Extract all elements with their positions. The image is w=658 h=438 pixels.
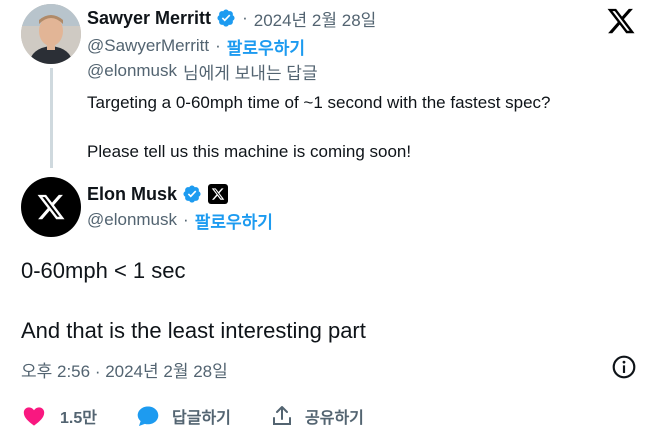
reply-bubble-icon bbox=[137, 406, 159, 426]
x-avatar-logo-icon bbox=[37, 194, 65, 220]
x-logo-icon[interactable] bbox=[606, 6, 636, 36]
replying-to-row: @elonmusk 님에게 보내는 답글 bbox=[87, 60, 318, 83]
replying-to-suffix: 님에게 보내는 답글 bbox=[183, 63, 318, 83]
affiliation-x-badge-icon[interactable] bbox=[208, 184, 229, 204]
reply-handle[interactable]: @SawyerMerritt bbox=[87, 36, 209, 56]
main-author-name[interactable]: Elon Musk bbox=[87, 184, 177, 205]
like-action[interactable]: 1.5만 bbox=[21, 403, 97, 429]
reply-date[interactable]: 2024년 2월 28일 bbox=[254, 6, 377, 31]
reply-text-line-1: Targeting a 0-60mph time of ~1 second wi… bbox=[87, 93, 551, 112]
elon-avatar[interactable] bbox=[21, 177, 81, 237]
thread-line bbox=[50, 68, 53, 168]
reply-author-name[interactable]: Sawyer Merritt bbox=[87, 8, 211, 29]
main-handle[interactable]: @elonmusk bbox=[87, 210, 177, 230]
avatar-photo bbox=[21, 4, 81, 64]
reply-date-separator: · bbox=[242, 8, 248, 27]
info-icon[interactable] bbox=[611, 354, 637, 380]
replying-to-handle[interactable]: @elonmusk bbox=[87, 61, 177, 81]
verified-badge-icon bbox=[217, 9, 235, 27]
main-handle-row: @elonmusk · 팔로우하기 bbox=[87, 208, 273, 233]
main-text-line-1: 0-60mph < 1 sec bbox=[21, 258, 186, 283]
follow-sawyer-button[interactable]: 팔로우하기 bbox=[227, 34, 305, 59]
main-text-line-2: And that is the least interesting part bbox=[21, 318, 366, 343]
sawyer-avatar[interactable] bbox=[21, 4, 81, 64]
main-timestamp[interactable]: 오후 2:56 · 2024년 2월 28일 bbox=[21, 357, 228, 382]
reply-header: Sawyer Merritt · 2024년 2월 28일 bbox=[87, 6, 376, 30]
heart-icon bbox=[23, 407, 45, 426]
share-action[interactable]: 공유하기 bbox=[270, 403, 364, 429]
main-handle-separator: · bbox=[183, 210, 189, 229]
follow-elon-button[interactable]: 팔로우하기 bbox=[195, 208, 273, 233]
share-icon bbox=[273, 406, 291, 425]
main-header: Elon Musk bbox=[87, 182, 229, 206]
reply-handle-row: @SawyerMerritt · 팔로우하기 bbox=[87, 34, 305, 59]
reply-handle-separator: · bbox=[215, 36, 221, 55]
like-count: 1.5만 bbox=[60, 410, 97, 427]
reply-action[interactable]: 답글하기 bbox=[135, 403, 231, 429]
reply-text-line-2: Please tell us this machine is coming so… bbox=[87, 142, 412, 161]
share-label: 공유하기 bbox=[305, 410, 364, 427]
reply-label: 답글하기 bbox=[172, 410, 231, 427]
verified-badge-icon bbox=[183, 185, 201, 203]
